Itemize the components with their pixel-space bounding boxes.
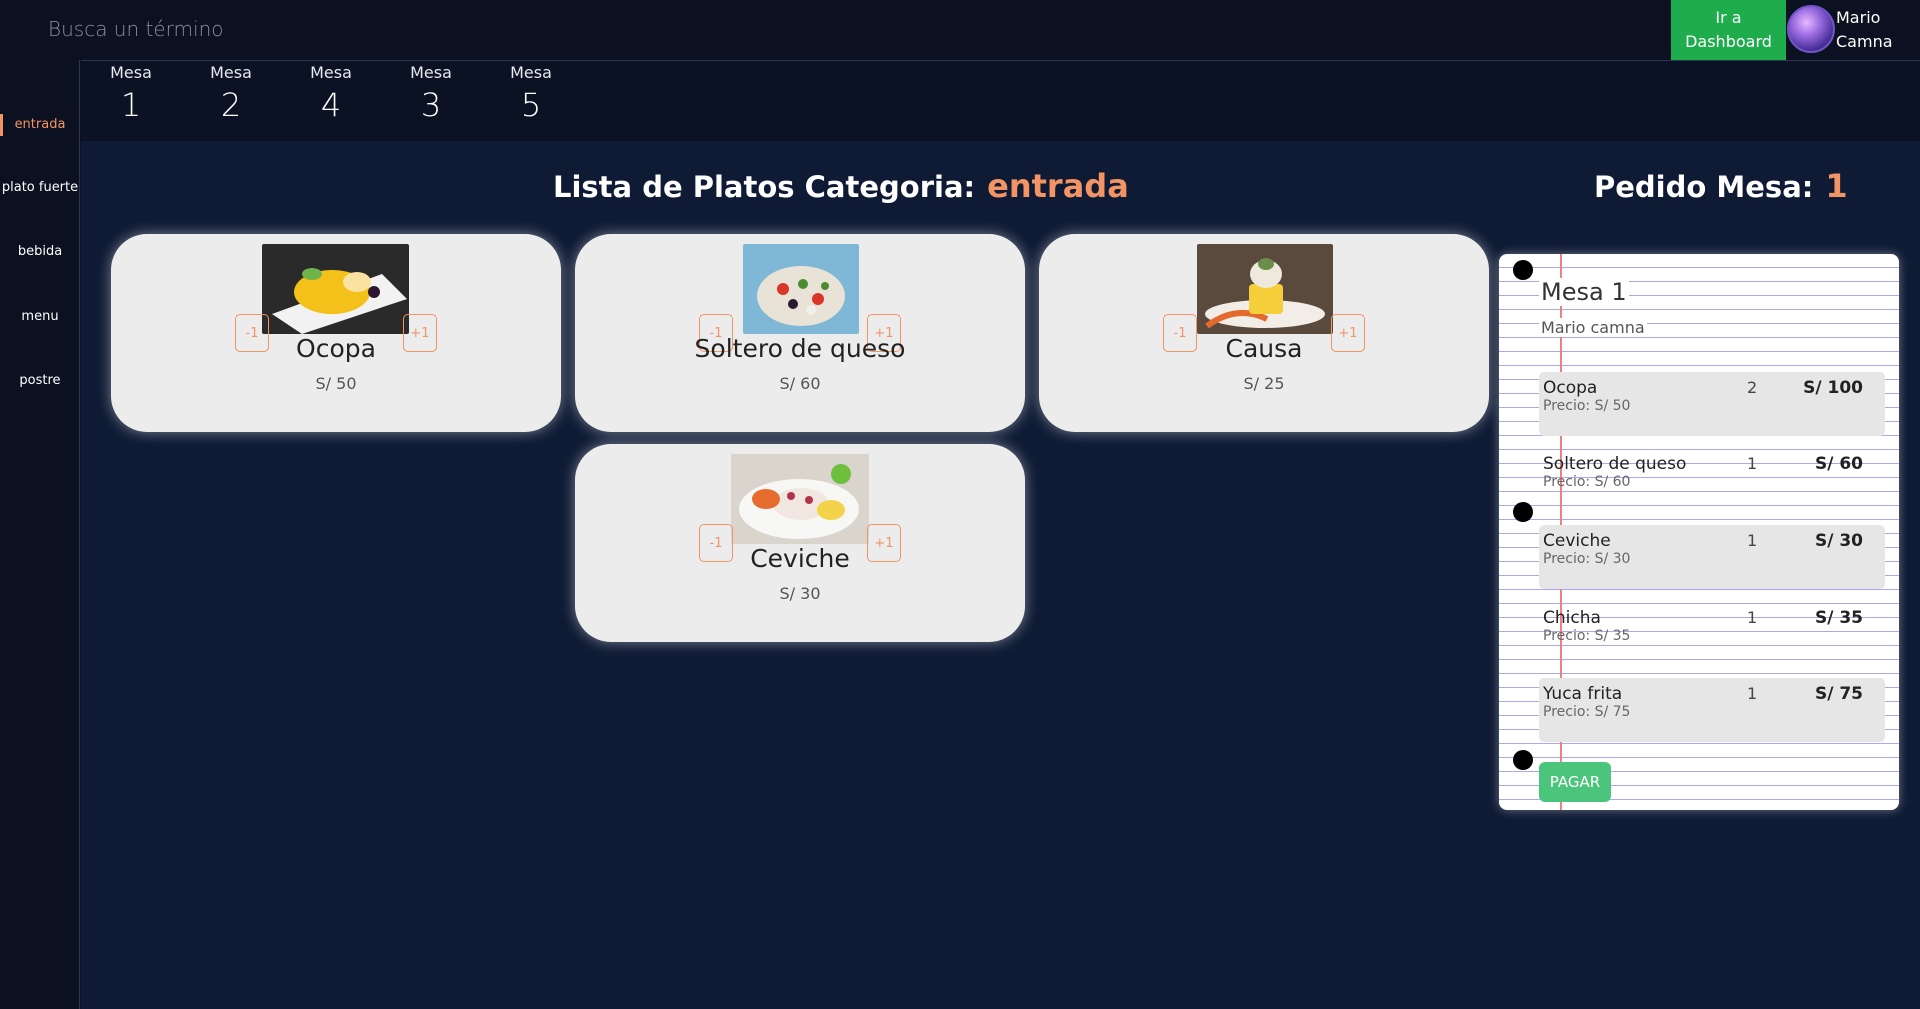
tab-mesa-5[interactable]: Mesa 5 [491, 61, 571, 141]
main-content: Lista de Platos Categoria: entrada Pedido… [81, 141, 1920, 1009]
dish-name: Ceviche [750, 544, 850, 573]
sidebar-item-bebida[interactable]: bebida [0, 237, 80, 267]
dish-card-causa: -1 +1 Causa S/ 25 [1039, 234, 1489, 432]
pay-button[interactable]: PAGAR [1539, 762, 1611, 802]
order-item: Chicha Precio: S/ 35 1 S/ 35 [1539, 602, 1885, 666]
order-item-qty: 1 [1747, 454, 1758, 473]
dish-photo [743, 244, 859, 334]
order-item-total: S/ 35 [1814, 608, 1863, 628]
tab-mesa-3[interactable]: Mesa 3 [391, 61, 471, 141]
mesa-label: Mesa [510, 63, 552, 82]
sidebar-item-menu[interactable]: menu [0, 302, 80, 332]
dashboard-button[interactable]: Ir a Dashboard [1671, 0, 1786, 60]
order-item: Yuca frita Precio: S/ 75 1 S/ 75 [1539, 678, 1885, 742]
mesa-number: 5 [520, 86, 542, 124]
mesa-label: Mesa [410, 63, 452, 82]
order-item-unit-price: Precio: S/ 30 [1543, 551, 1631, 567]
mesa-number: 2 [220, 86, 242, 124]
mesa-number: 1 [120, 86, 142, 124]
dish-photo [731, 454, 869, 544]
order-item: Ocopa Precio: S/ 50 2 S/ 100 [1539, 372, 1885, 436]
category-name: entrada [987, 167, 1129, 205]
notebook-title: Mesa 1 [1539, 278, 1629, 306]
dish-photo [262, 244, 409, 334]
order-item-unit-price: Precio: S/ 75 [1543, 704, 1631, 720]
order-item-unit-price: Precio: S/ 35 [1543, 628, 1631, 644]
order-item-name: Ocopa [1543, 378, 1598, 398]
dish-name: Ocopa [296, 334, 376, 363]
order-item: Soltero de queso Precio: S/ 60 1 S/ 60 [1539, 448, 1885, 512]
notebook-hole [1513, 502, 1533, 522]
notebook-hole [1513, 750, 1533, 770]
order-item-total: S/ 30 [1814, 531, 1863, 551]
tab-mesa-1[interactable]: Mesa 1 [91, 61, 171, 141]
order-title-text: Pedido Mesa: [1594, 170, 1814, 204]
order-item-total: S/ 100 [1803, 378, 1863, 398]
category-sidebar: entrada plato fuerte bebida menu postre [0, 60, 80, 1009]
order-item-name: Ceviche [1543, 531, 1611, 551]
dish-name: Causa [1225, 334, 1303, 363]
order-item-qty: 1 [1747, 684, 1758, 703]
order-item-name: Yuca frita [1543, 684, 1623, 704]
order-item-unit-price: Precio: S/ 50 [1543, 398, 1631, 414]
sidebar-item-plato-fuerte[interactable]: plato fuerte [0, 173, 80, 203]
order-item-qty: 1 [1747, 531, 1758, 550]
order-item-qty: 2 [1747, 378, 1758, 397]
order-table-number: 1 [1825, 167, 1848, 205]
notebook-hole [1513, 260, 1533, 280]
order-item-name: Chicha [1543, 608, 1601, 628]
order-item-unit-price: Precio: S/ 60 [1543, 474, 1631, 490]
tab-mesa-4[interactable]: Mesa 4 [291, 61, 371, 141]
sidebar-item-postre[interactable]: postre [0, 366, 80, 396]
mesa-number: 3 [420, 86, 442, 124]
dish-price: S/ 30 [779, 584, 821, 603]
avatar[interactable] [1787, 5, 1835, 53]
mesa-label: Mesa [210, 63, 252, 82]
order-section-title: Pedido Mesa: 1 [1594, 167, 1848, 205]
dish-price: S/ 60 [779, 374, 821, 393]
sidebar-item-entrada[interactable]: entrada [0, 110, 80, 140]
user-name: Mario Camna [1836, 8, 1893, 51]
top-bar: Ir a Dashboard Mario Camna [0, 0, 1920, 60]
dish-price: S/ 25 [1243, 374, 1285, 393]
dish-card-soltero-de-queso: -1 +1 Soltero de queso S/ 60 [575, 234, 1025, 432]
order-item-total: S/ 60 [1814, 454, 1863, 474]
dish-name: Soltero de queso [694, 334, 906, 363]
order-notebook: Mesa 1 Mario camna Ocopa Precio: S/ 50 2… [1499, 254, 1899, 810]
mesa-tabs: Mesa 1 Mesa 2 Mesa 4 Mesa 3 Mesa 5 [81, 60, 1920, 140]
dish-price: S/ 50 [315, 374, 357, 393]
mesa-number: 4 [320, 86, 342, 124]
order-item-total: S/ 75 [1814, 684, 1863, 704]
order-item: Ceviche Precio: S/ 30 1 S/ 30 [1539, 525, 1885, 589]
mesa-label: Mesa [110, 63, 152, 82]
waiter-name: Mario camna [1539, 318, 1647, 337]
order-item-qty: 1 [1747, 608, 1758, 627]
dish-card-ceviche: -1 +1 Ceviche S/ 30 [575, 444, 1025, 642]
order-item-name: Soltero de queso [1543, 454, 1687, 474]
section-title-text: Lista de Platos Categoria: [553, 170, 976, 204]
tab-mesa-2[interactable]: Mesa 2 [191, 61, 271, 141]
mesa-label: Mesa [310, 63, 352, 82]
search-input[interactable] [48, 12, 468, 46]
dishes-section-title: Lista de Platos Categoria: entrada [553, 167, 1129, 205]
dish-photo [1197, 244, 1333, 334]
dish-card-ocopa: -1 +1 Ocopa S/ 50 [111, 234, 561, 432]
